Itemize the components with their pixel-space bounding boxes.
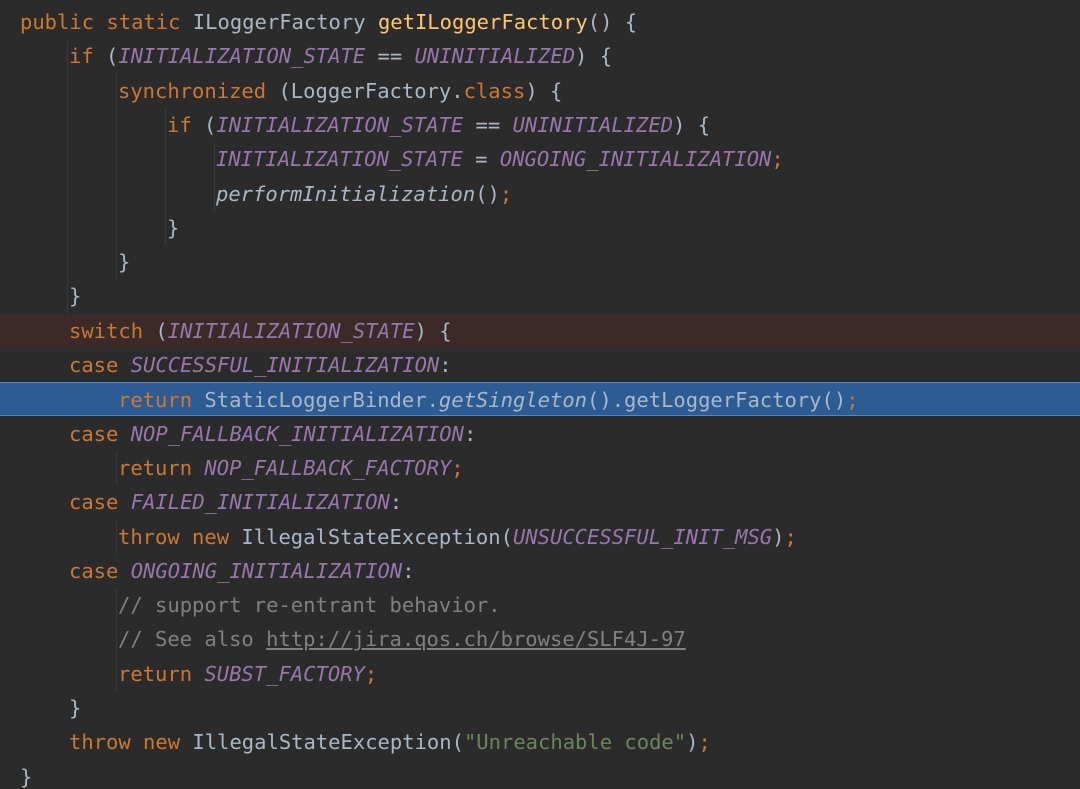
code-token: ; <box>499 181 513 206</box>
code-token: case <box>69 421 131 446</box>
code-token: UNINITIALIZED <box>512 112 674 137</box>
code-line[interactable]: } <box>0 245 1080 279</box>
code-token: ONGOING_INITIALIZATION <box>130 558 403 583</box>
code-token: if <box>69 44 107 69</box>
code-token: ) { <box>525 78 563 103</box>
code-token: : <box>439 353 452 377</box>
code-token: StaticLoggerBinder. <box>204 388 439 413</box>
code-token: throw new <box>118 524 242 549</box>
code-token: () <box>475 181 500 206</box>
code-line[interactable]: case FAILED_INITIALIZATION: <box>0 485 1080 519</box>
code-token: SUCCESSFUL_INITIALIZATION <box>130 353 440 377</box>
code-token: SUBST_FACTORY <box>204 661 365 686</box>
code-line[interactable]: } <box>0 211 1080 245</box>
code-line-breakpoint[interactable]: switch (INITIALIZATION_STATE) { <box>0 313 1080 348</box>
code-token: synchronized <box>118 78 279 103</box>
code-line[interactable]: // See also http://jira.qos.ch/browse/SL… <box>0 622 1080 656</box>
code-token: == <box>463 112 513 137</box>
code-token: ONGOING_INITIALIZATION <box>499 147 772 172</box>
code-token: switch <box>69 318 156 343</box>
code-token: INITIALIZATION_STATE <box>167 318 415 343</box>
code-token: ) { <box>575 44 613 69</box>
code-token: // See also <box>118 627 267 652</box>
code-token: if <box>167 112 205 137</box>
code-token: NOP_FALLBACK_INITIALIZATION <box>130 421 464 446</box>
code-token: (LoggerFactory. <box>278 78 464 103</box>
code-token: } <box>118 250 131 275</box>
code-token: class <box>463 78 526 103</box>
code-token: ().getLoggerFactory() <box>587 388 847 413</box>
code-token: } <box>69 696 82 720</box>
code-token: ; <box>784 524 797 549</box>
code-token: ILoggerFactory <box>192 10 378 34</box>
code-line[interactable]: throw new IllegalStateException("Unreach… <box>0 725 1080 759</box>
code-token: FAILED_INITIALIZATION <box>130 490 390 515</box>
code-line[interactable]: synchronized (LoggerFactory.class) { <box>0 74 1080 108</box>
code-line[interactable]: performInitialization(); <box>0 177 1080 211</box>
code-token: ; <box>698 730 711 755</box>
code-line[interactable]: return SUBST_FACTORY; <box>0 657 1080 691</box>
code-token: : <box>389 490 403 515</box>
code-line[interactable]: public static ILoggerFactory getILoggerF… <box>0 5 1080 39</box>
code-line[interactable]: // support re-entrant behavior. <box>0 588 1080 622</box>
code-token: throw new <box>69 730 193 755</box>
code-token: ( <box>204 112 217 137</box>
code-editor[interactable]: public static ILoggerFactory getILoggerF… <box>0 0 1080 789</box>
code-line[interactable]: } <box>0 691 1080 725</box>
code-token: // support re-entrant behavior. <box>118 593 501 618</box>
code-token: UNINITIALIZED <box>414 44 576 69</box>
code-line[interactable]: case SUCCESSFUL_INITIALIZATION: <box>0 348 1080 382</box>
code-token: IllegalStateException( <box>192 730 464 755</box>
code-token: } <box>167 215 180 240</box>
code-token: NOP_FALLBACK_FACTORY <box>204 455 452 480</box>
code-token: ( <box>155 318 168 343</box>
code-line[interactable]: INITIALIZATION_STATE = ONGOING_INITIALIZ… <box>0 142 1080 176</box>
code-token: ) <box>686 730 699 755</box>
code-token: getSingleton <box>438 388 588 413</box>
code-token: "Unreachable code" <box>463 730 687 755</box>
code-token: ; <box>771 147 784 172</box>
code-token: ( <box>106 44 119 69</box>
code-token: : <box>463 421 477 446</box>
code-token: ) { <box>673 112 711 137</box>
code-token: return <box>118 661 205 686</box>
code-token: ; <box>451 455 464 480</box>
code-token: = <box>462 147 500 172</box>
code-token: getILoggerFactory <box>377 10 588 34</box>
code-token: IllegalStateException( <box>241 524 513 549</box>
code-token: } <box>20 764 33 789</box>
code-token: public static <box>20 10 193 34</box>
code-token: return <box>118 388 205 413</box>
code-line[interactable]: return NOP_FALLBACK_FACTORY; <box>0 451 1080 485</box>
code-token: INITIALIZATION_STATE <box>216 112 464 137</box>
code-line[interactable]: if (INITIALIZATION_STATE == UNINITIALIZE… <box>0 108 1080 142</box>
code-token: case <box>69 353 131 377</box>
code-token: INITIALIZATION_STATE <box>216 147 463 172</box>
code-line[interactable]: } <box>0 760 1080 789</box>
code-line-current-execution[interactable]: return StaticLoggerBinder.getSingleton()… <box>0 382 1080 417</box>
code-token: return <box>118 455 205 480</box>
code-token: ) <box>772 524 785 549</box>
code-token: == <box>365 44 415 69</box>
code-token: case <box>69 490 131 515</box>
code-token: () { <box>587 10 638 34</box>
code-token: performInitialization <box>216 181 476 206</box>
code-line[interactable]: } <box>0 279 1080 313</box>
code-line[interactable]: case NOP_FALLBACK_INITIALIZATION: <box>0 417 1080 451</box>
comment-link[interactable]: http://jira.qos.ch/browse/SLF4J-97 <box>266 627 686 651</box>
code-line[interactable]: throw new IllegalStateException(UNSUCCES… <box>0 520 1080 554</box>
code-token: ; <box>364 661 378 686</box>
code-token: case <box>69 558 131 583</box>
code-token: UNSUCCESSFUL_INIT_MSG <box>512 524 773 549</box>
code-token: ) { <box>414 318 452 343</box>
code-line[interactable]: if (INITIALIZATION_STATE == UNINITIALIZE… <box>0 39 1080 73</box>
code-line[interactable]: case ONGOING_INITIALIZATION: <box>0 554 1080 588</box>
code-token: INITIALIZATION_STATE <box>118 44 366 69</box>
code-token: ; <box>846 388 859 413</box>
code-token: : <box>402 558 415 583</box>
code-token: } <box>69 284 82 309</box>
